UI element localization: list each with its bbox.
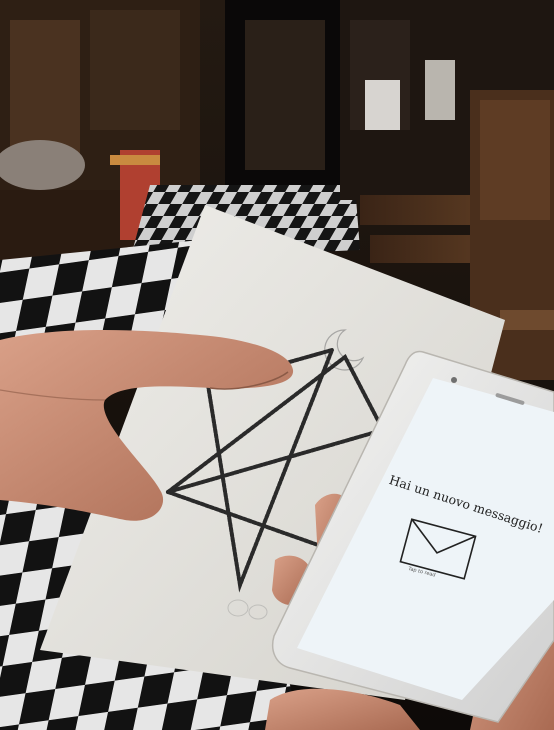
front-camera xyxy=(451,377,457,383)
photo-scene xyxy=(0,0,554,730)
